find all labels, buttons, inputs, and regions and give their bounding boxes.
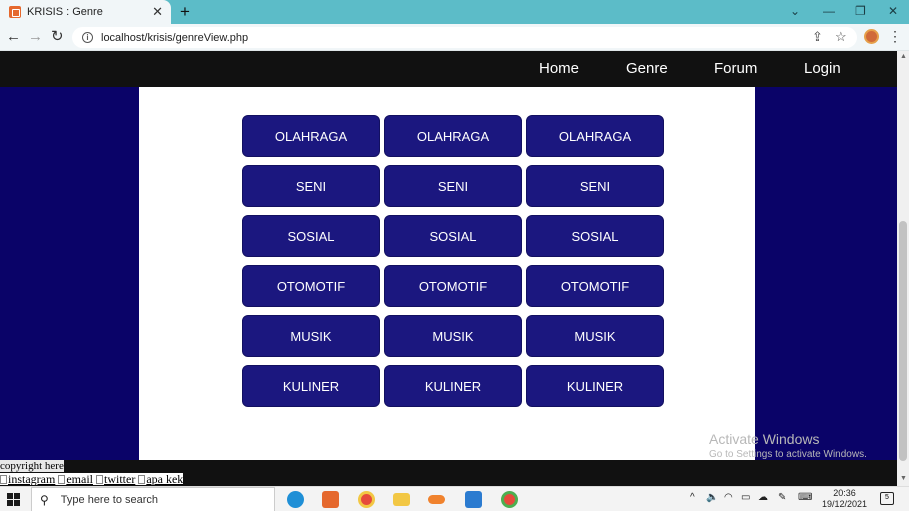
cloudflare-icon[interactable]	[428, 495, 445, 504]
minimize-button[interactable]: —	[823, 4, 835, 18]
restore-button[interactable]: ❐	[855, 4, 866, 18]
file-explorer-icon[interactable]	[393, 493, 410, 506]
share-icon[interactable]: ⇪	[812, 29, 823, 45]
search-icon: ⚲	[40, 492, 49, 507]
profile-avatar-icon[interactable]	[864, 29, 879, 44]
genre-button-seni[interactable]: SENI	[242, 165, 380, 207]
genre-grid: OLAHRAGA OLAHRAGA OLAHRAGA SENI SENI SEN…	[242, 115, 665, 407]
onedrive-icon[interactable]: ☁	[758, 492, 768, 503]
tab-title: KRISIS : Genre	[27, 6, 103, 18]
page-scrollbar[interactable]: ▲ ▼	[897, 51, 909, 486]
scroll-up-icon[interactable]: ▲	[900, 53, 907, 60]
genre-button-seni[interactable]: SENI	[384, 165, 522, 207]
close-window-button[interactable]: ✕	[888, 4, 898, 18]
nav-forum-link[interactable]: Forum	[714, 60, 757, 77]
chrome-profile-icon[interactable]	[501, 491, 518, 508]
copyright-text: copyright here	[0, 460, 64, 472]
instagram-image-icon	[0, 474, 7, 484]
site-info-icon[interactable]: i	[82, 32, 93, 43]
genre-button-olahraga[interactable]: OLAHRAGA	[242, 115, 380, 157]
tab-search-icon[interactable]: ⌄	[790, 4, 800, 18]
reload-button[interactable]: ↻	[51, 28, 64, 46]
battery-icon[interactable]: ▭	[741, 492, 750, 503]
watermark-title: Activate Windows	[709, 431, 820, 447]
twitter-link[interactable]: twitter	[95, 473, 135, 485]
instagram-link[interactable]: instagram	[0, 473, 55, 485]
chrome-icon[interactable]	[358, 491, 375, 508]
back-button[interactable]: ←	[6, 28, 21, 46]
apa-kek-link[interactable]: apa kek	[138, 473, 183, 485]
genre-panel: OLAHRAGA OLAHRAGA OLAHRAGA SENI SENI SEN…	[139, 87, 755, 460]
search-placeholder: Type here to search	[60, 493, 159, 506]
twitter-image-icon	[95, 474, 103, 484]
email-link[interactable]: email	[58, 473, 93, 485]
taskbar-search-input[interactable]: ⚲ Type here to search	[31, 487, 275, 511]
windows-start-icon[interactable]	[7, 493, 20, 506]
wifi-icon[interactable]: ◠	[724, 492, 733, 503]
notifications-icon[interactable]: 5	[880, 492, 894, 505]
genre-button-olahraga[interactable]: OLAHRAGA	[526, 115, 664, 157]
genre-button-musik[interactable]: MUSIK	[526, 315, 664, 357]
activate-windows-watermark: Activate Windows Go to Settings to activ…	[709, 431, 867, 460]
social-links: instagram email twitter apa kek	[0, 473, 184, 485]
genre-button-sosial[interactable]: SOSIAL	[384, 215, 522, 257]
bookmark-star-icon[interactable]: ☆	[835, 29, 847, 45]
nav-home-link[interactable]: Home	[539, 60, 579, 77]
browser-tab-strip: KRISIS : Genre ✕ + ⌄ — ❐ ✕	[0, 0, 909, 24]
tray-chevron-icon[interactable]: ^	[690, 492, 695, 503]
xampp-icon[interactable]	[322, 491, 339, 508]
clock-time: 20:36	[833, 488, 856, 498]
genre-button-musik[interactable]: MUSIK	[384, 315, 522, 357]
forward-button[interactable]: →	[28, 28, 43, 46]
edge-icon[interactable]	[287, 491, 304, 508]
genre-button-kuliner[interactable]: KULINER	[384, 365, 522, 407]
genre-button-seni[interactable]: SENI	[526, 165, 664, 207]
vscode-icon[interactable]	[465, 491, 482, 508]
tab-close-icon[interactable]: ✕	[152, 5, 163, 19]
genre-button-otomotif[interactable]: OTOMOTIF	[242, 265, 380, 307]
new-tab-button[interactable]: +	[180, 3, 190, 21]
genre-button-musik[interactable]: MUSIK	[242, 315, 380, 357]
apa-kek-image-icon	[138, 474, 146, 484]
address-bar: ← → ↻ i localhost/krisis/genreView.php ⇪…	[0, 24, 909, 51]
nav-login-link[interactable]: Login	[804, 60, 841, 77]
browser-menu-icon[interactable]: ⋮	[888, 29, 902, 43]
windows-taskbar: ⚲ Type here to search ^ 🔈 ◠ ▭ ☁ ✎ ⌨ 20:3…	[0, 486, 909, 511]
watermark-subtitle: Go to Settings to activate Windows.	[709, 449, 867, 460]
pen-icon[interactable]: ✎	[778, 492, 786, 503]
genre-button-otomotif[interactable]: OTOMOTIF	[526, 265, 664, 307]
genre-button-olahraga[interactable]: OLAHRAGA	[384, 115, 522, 157]
url-text[interactable]: localhost/krisis/genreView.php	[101, 32, 248, 44]
email-image-icon	[58, 474, 66, 484]
scroll-down-icon[interactable]: ▼	[900, 475, 907, 482]
browser-tab[interactable]: KRISIS : Genre ✕	[0, 0, 171, 24]
genre-button-kuliner[interactable]: KULINER	[242, 365, 380, 407]
genre-button-sosial[interactable]: SOSIAL	[242, 215, 380, 257]
keyboard-icon[interactable]: ⌨	[798, 492, 812, 503]
genre-button-otomotif[interactable]: OTOMOTIF	[384, 265, 522, 307]
clock-date: 19/12/2021	[822, 499, 868, 509]
scrollbar-thumb[interactable]	[899, 221, 907, 461]
genre-button-sosial[interactable]: SOSIAL	[526, 215, 664, 257]
genre-button-kuliner[interactable]: KULINER	[526, 365, 664, 407]
url-field[interactable]: i localhost/krisis/genreView.php ⇪ ☆	[72, 27, 857, 48]
xampp-favicon-icon	[9, 6, 21, 18]
taskbar-clock[interactable]: 20:36 19/12/2021	[822, 488, 867, 510]
volume-icon[interactable]: 🔈	[706, 492, 718, 503]
site-navbar: Home Genre Forum Login	[0, 51, 897, 87]
nav-genre-link[interactable]: Genre	[626, 60, 668, 77]
